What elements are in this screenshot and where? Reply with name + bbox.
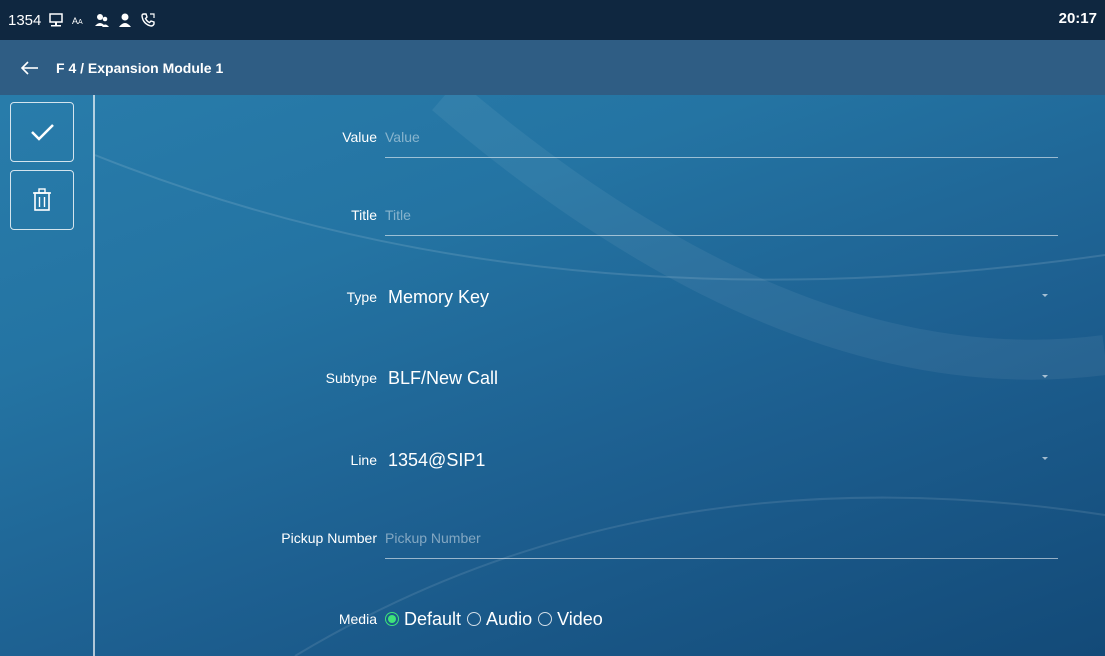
action-sidebar [0,95,93,656]
status-left: 1354 A A [0,12,156,29]
value-label: Value [342,129,377,145]
subtype-label: Subtype [325,370,377,386]
radio-unselected-icon [467,612,482,626]
user-icon [119,13,132,27]
value-row: Value Value [95,117,1105,158]
media-option-label: Audio [486,608,533,629]
radio-unselected-icon [538,612,553,626]
line-row: Line 1354@SIP1 [95,440,1105,480]
type-select[interactable]: Memory Key [388,277,1048,317]
save-button[interactable] [10,102,74,162]
value-input[interactable]: Value [385,117,1058,158]
pickup-number-row: Pickup Number Pickup Number [95,518,1105,559]
back-arrow-icon[interactable] [18,56,42,80]
type-value: Memory Key [388,287,490,307]
subtype-value: BLF/New Call [388,368,499,388]
svg-text:A: A [78,19,83,26]
delete-button[interactable] [10,170,74,230]
title-row: Title Title [95,195,1105,236]
status-bar: 1354 A A 20:17 [0,0,1105,40]
pickup-number-label: Pickup Number [281,530,377,546]
network-icon [49,13,64,27]
title-label: Title [351,207,377,223]
title-bar: F 4 / Expansion Module 1 [0,40,1105,95]
dropdown-caret-icon [1042,294,1048,297]
line-label: Line [350,452,377,468]
dropdown-caret-icon [1042,457,1048,460]
media-radio-group: Default Audio Video [385,599,609,639]
subtype-select[interactable]: BLF/New Call [388,358,1048,398]
line-value: 1354@SIP1 [388,450,486,470]
line-select[interactable]: 1354@SIP1 [388,440,1048,480]
type-label: Type [346,289,377,305]
extension-number: 1354 [8,11,42,29]
media-radio-audio[interactable]: Audio [467,609,532,630]
radio-selected-icon [385,612,399,626]
title-input[interactable]: Title [385,195,1058,236]
subtype-row: Subtype BLF/New Call [95,358,1105,398]
media-option-label: Default [404,608,462,629]
page-title: F 4 / Expansion Module 1 [56,59,224,76]
clock: 20:17 [1058,10,1097,27]
pickup-number-input[interactable]: Pickup Number [385,518,1058,559]
checkmark-icon [31,124,54,141]
media-radio-video[interactable]: Video [538,609,603,630]
media-row: Media Default Audio Video [95,599,1105,639]
trash-icon [33,188,51,211]
media-option-label: Video [557,608,603,629]
type-row: Type Memory Key [95,277,1105,317]
contacts-icon [95,14,110,27]
call-forward-icon [141,13,156,27]
font-icon: A A [72,16,83,26]
dropdown-caret-icon [1042,375,1048,378]
media-radio-default[interactable]: Default [385,609,461,630]
media-label: Media [338,611,377,627]
